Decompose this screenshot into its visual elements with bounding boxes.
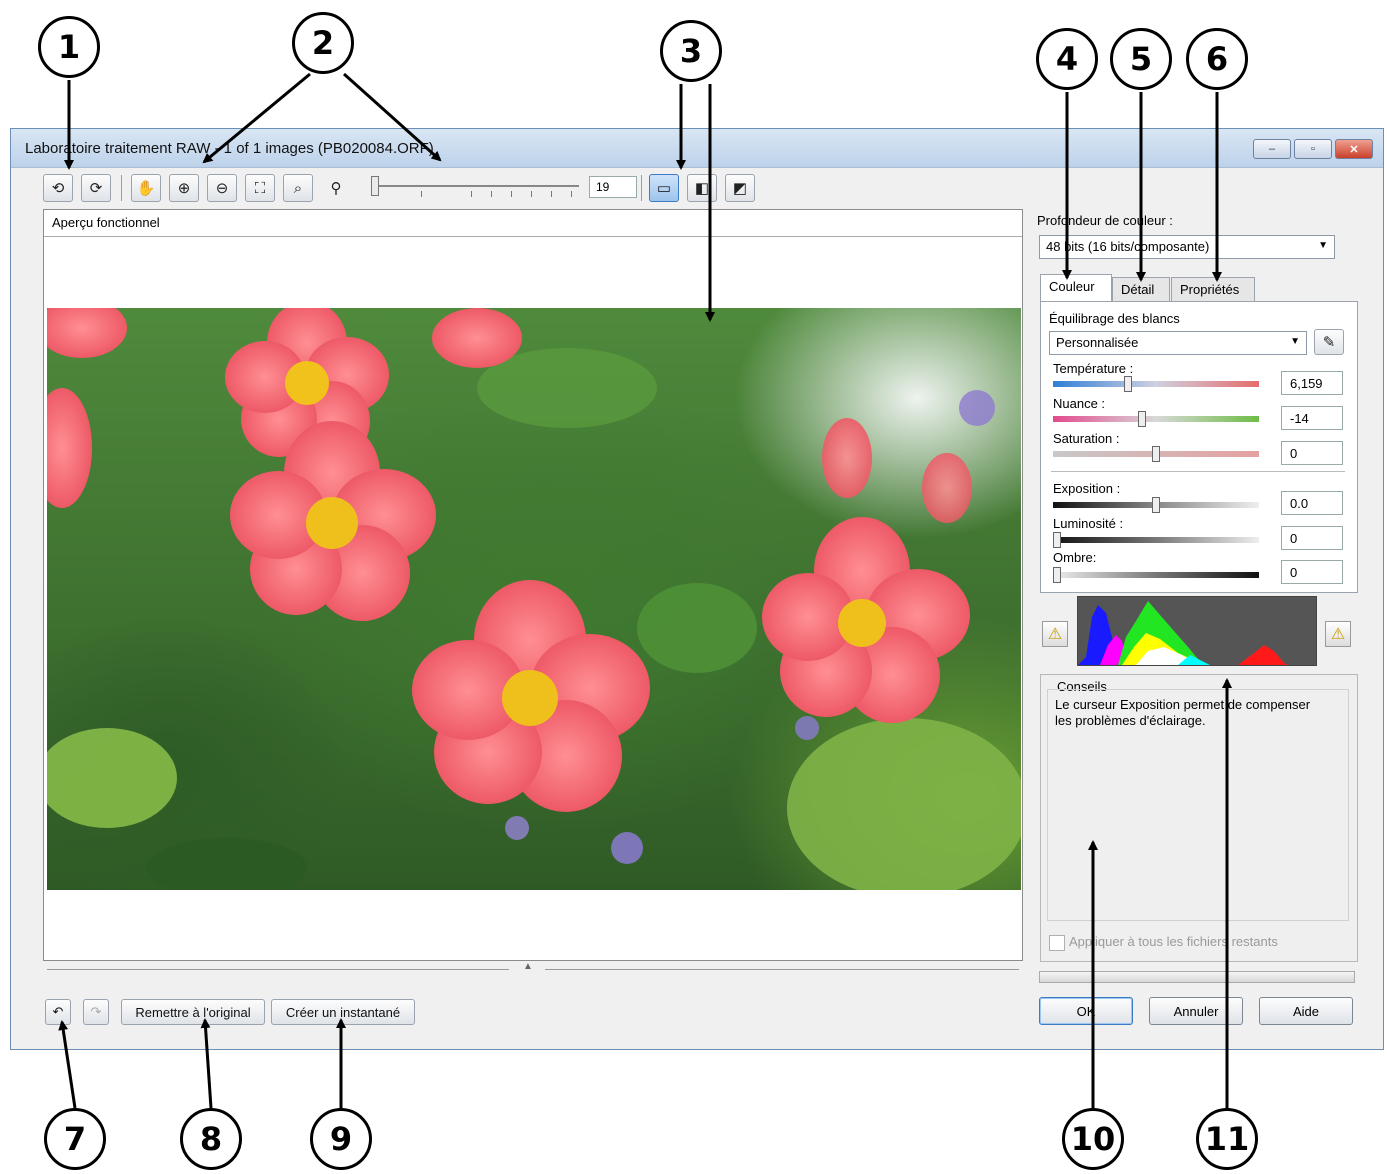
callout-10: 10 <box>1062 1108 1124 1170</box>
tint-label: Nuance : <box>1053 396 1106 411</box>
temperature-slider-thumb[interactable] <box>1124 376 1133 392</box>
flower-photo-illustration <box>47 308 1021 890</box>
callout-4: 4 <box>1036 28 1098 90</box>
progress-bar <box>1039 971 1355 983</box>
rotate-left-icon[interactable]: ⟲ <box>43 174 73 202</box>
chevron-down-icon: ▼ <box>1290 336 1300 347</box>
exposure-value[interactable]: 0.0 <box>1281 491 1343 515</box>
callout-7: 7 <box>44 1108 106 1170</box>
callout-3: 3 <box>660 20 722 82</box>
callout-1: 1 <box>38 16 100 78</box>
panel-splitter-left <box>47 969 509 970</box>
slider-group-divider <box>1051 471 1345 472</box>
callout-6: 6 <box>1186 28 1248 90</box>
shadow-clipping-warning-icon[interactable]: ⚠ <box>1042 621 1068 647</box>
hand-pan-icon[interactable]: ✋ <box>131 174 161 202</box>
saturation-value[interactable]: 0 <box>1281 441 1343 465</box>
exposure-slider-thumb[interactable] <box>1152 497 1160 513</box>
zoom-in-icon[interactable]: ⊕ <box>169 174 199 202</box>
toolbar-separator <box>641 175 642 201</box>
brightness-slider[interactable] <box>1053 537 1259 543</box>
preview-label: Aperçu fonctionnel <box>52 215 160 230</box>
brightness-value[interactable]: 0 <box>1281 526 1343 550</box>
histogram <box>1077 596 1317 666</box>
reset-to-original-button[interactable]: Remettre à l'original <box>121 999 265 1025</box>
ok-button[interactable]: OK <box>1039 997 1133 1025</box>
preview-header: Aperçu fonctionnel <box>44 210 1022 237</box>
tint-slider[interactable] <box>1053 416 1259 422</box>
before-after-view-icon[interactable]: ◩ <box>725 174 755 202</box>
temperature-slider[interactable] <box>1053 381 1259 387</box>
saturation-label: Saturation : <box>1053 431 1120 446</box>
zoom-slider-thumb[interactable] <box>371 176 379 196</box>
toolbar-separator <box>121 175 122 201</box>
callout-8: 8 <box>180 1108 242 1170</box>
zoom-out-icon[interactable]: ⊖ <box>207 174 237 202</box>
zoom-slider[interactable] <box>379 185 579 187</box>
white-balance-value: Personnalisée <box>1056 335 1139 350</box>
eyedropper-icon[interactable]: ✎ <box>1314 329 1344 355</box>
cancel-button[interactable]: Annuler <box>1149 997 1243 1025</box>
tint-value[interactable]: -14 <box>1281 406 1343 430</box>
brightness-label: Luminosité : <box>1053 516 1124 531</box>
temperature-value[interactable]: 6,159 <box>1281 371 1343 395</box>
tab-detail[interactable]: Détail <box>1112 277 1170 303</box>
callout-9: 9 <box>310 1108 372 1170</box>
fit-to-window-icon[interactable]: ⛶ <box>245 174 275 202</box>
shadow-slider-thumb[interactable] <box>1053 567 1061 583</box>
panel-splitter-right <box>545 969 1019 970</box>
tab-couleur[interactable]: Couleur <box>1040 274 1112 304</box>
zoom-tick <box>471 191 472 197</box>
title-bar: Laboratoire traitement RAW - 1 of 1 imag… <box>11 129 1383 168</box>
color-depth-value: 48 bits (16 bits/composante) <box>1046 239 1210 254</box>
undo-button[interactable]: ↶ <box>45 999 71 1025</box>
zoom-tick <box>571 191 572 197</box>
splitter-grip-icon[interactable]: ▲ <box>523 961 533 972</box>
split-view-icon[interactable]: ◧ <box>687 174 717 202</box>
zoom-value-field[interactable]: 19 <box>589 176 637 198</box>
temperature-label: Température : <box>1053 361 1134 376</box>
zoom-tick <box>421 191 422 197</box>
white-balance-select[interactable]: Personnalisée ▼ <box>1049 331 1307 355</box>
tint-slider-thumb[interactable] <box>1138 411 1147 427</box>
apply-all-checkbox[interactable] <box>1049 935 1065 951</box>
exposure-label: Exposition : <box>1053 481 1121 496</box>
zoom-tick <box>551 191 552 197</box>
callout-5: 5 <box>1110 28 1172 90</box>
window-title: Laboratoire traitement RAW - 1 of 1 imag… <box>25 140 434 157</box>
actual-size-icon[interactable]: ⌕ <box>283 174 313 202</box>
single-view-icon[interactable]: ▭ <box>649 174 679 202</box>
close-button[interactable]: ✕ <box>1335 139 1373 159</box>
callout-11: 11 <box>1196 1108 1258 1170</box>
shadow-slider[interactable] <box>1053 572 1259 578</box>
zoom-tick <box>531 191 532 197</box>
preview-panel: Aperçu fonctionnel <box>43 209 1023 961</box>
color-depth-select[interactable]: 48 bits (16 bits/composante) ▼ <box>1039 235 1335 259</box>
shadow-value[interactable]: 0 <box>1281 560 1343 584</box>
minimize-button[interactable]: – <box>1253 139 1291 159</box>
tips-inner-frame <box>1047 689 1349 921</box>
color-depth-label: Profondeur de couleur : <box>1037 213 1173 228</box>
saturation-slider-thumb[interactable] <box>1152 446 1160 462</box>
tips-panel: Conseils Le curseur Exposition permet de… <box>1040 674 1358 962</box>
highlight-clipping-warning-icon[interactable]: ⚠ <box>1325 621 1351 647</box>
brightness-slider-thumb[interactable] <box>1053 532 1061 548</box>
shadow-label: Ombre: <box>1053 550 1097 565</box>
redo-button[interactable]: ↷ <box>83 999 109 1025</box>
histogram-graph <box>1078 601 1288 665</box>
zoom-tick <box>491 191 492 197</box>
create-snapshot-button[interactable]: Créer un instantané <box>271 999 415 1025</box>
zoom-tick <box>511 191 512 197</box>
maximize-button[interactable]: ▫ <box>1294 139 1332 159</box>
callout-2: 2 <box>292 12 354 74</box>
rotate-right-icon[interactable]: ⟳ <box>81 174 111 202</box>
chevron-down-icon: ▼ <box>1318 240 1328 251</box>
white-balance-label: Équilibrage des blancs <box>1049 311 1180 326</box>
tab-proprietes[interactable]: Propriétés <box>1171 277 1255 303</box>
help-button[interactable]: Aide <box>1259 997 1353 1025</box>
zoom-icon: ⚲ <box>330 180 342 197</box>
preview-photo[interactable] <box>47 308 1021 890</box>
apply-all-label: Appliquer à tous les fichiers restants <box>1069 934 1278 949</box>
raw-lab-window: Laboratoire traitement RAW - 1 of 1 imag… <box>10 128 1384 1050</box>
